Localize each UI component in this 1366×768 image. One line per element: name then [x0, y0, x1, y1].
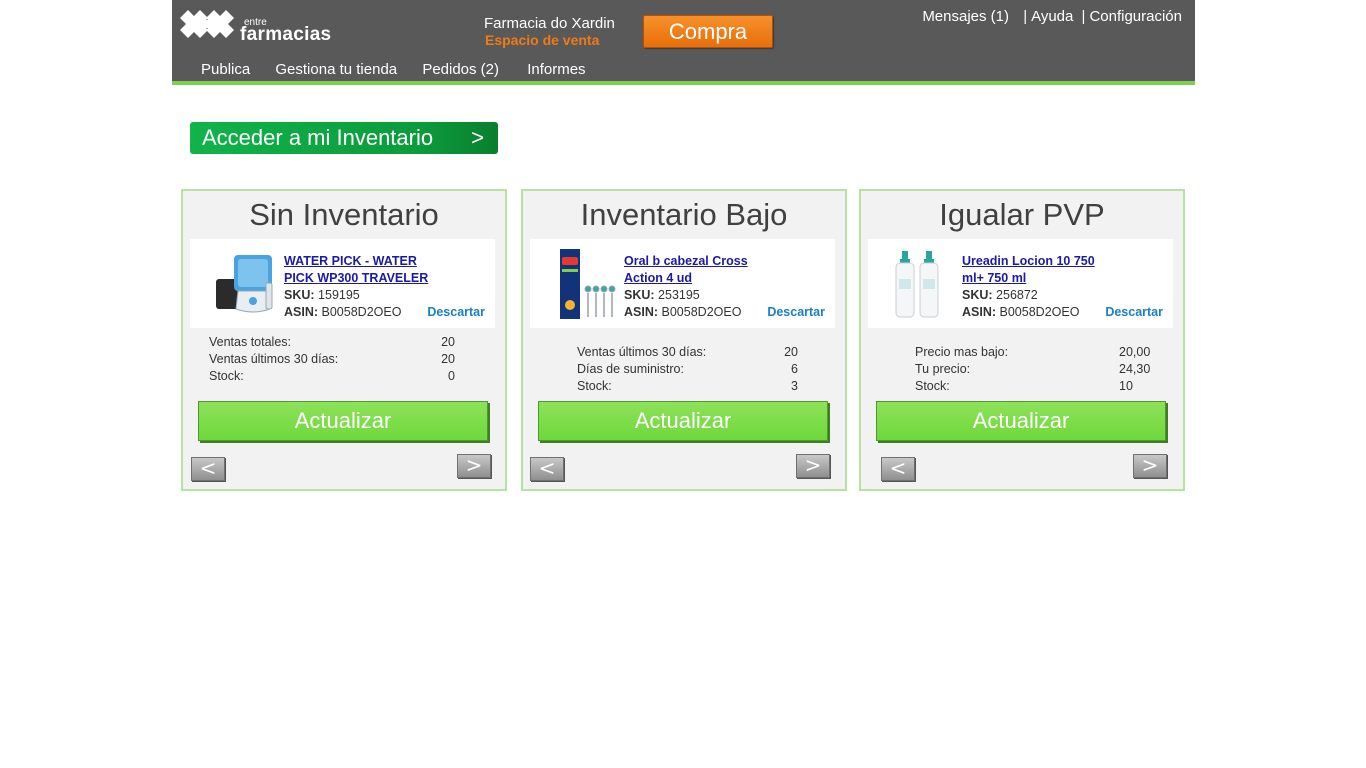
discard-link[interactable]: Descartar [767, 304, 825, 321]
nav-item-gestiona-tienda[interactable]: Gestiona tu tienda [275, 61, 397, 79]
product-sku: SKU: 159195 [284, 287, 360, 304]
stat-value: 6 [791, 362, 798, 376]
prev-arrow-button[interactable]: < [191, 457, 225, 481]
asin-value: B0058D2OEO [321, 305, 402, 319]
stat-row: Precio mas bajo: 20,00 [915, 344, 1165, 361]
stat-label: Stock: [209, 369, 244, 383]
link-separator: | [1081, 8, 1086, 25]
asin-label: ASIN: [284, 305, 319, 319]
configuracion-link[interactable]: Configuración [1089, 8, 1182, 25]
sku-label: SKU: [284, 288, 315, 302]
panel-title: Igualar PVP [939, 197, 1105, 232]
compra-button[interactable]: Compra [643, 15, 773, 48]
asin-value: B0058D2OEO [999, 305, 1080, 319]
stat-row: Ventas últimos 30 días: 20 [577, 344, 798, 361]
asin-value: B0058D2OEO [661, 305, 742, 319]
nav-item-informes[interactable]: Informes [527, 61, 585, 79]
top-header: entre farmacias Farmacia do Xardin Espac… [172, 0, 1195, 85]
nav-item-publica[interactable]: Publica [201, 61, 250, 79]
stat-row: Días de suministro: 6 [577, 361, 798, 378]
stat-value: 3 [791, 379, 798, 393]
stat-label: Días de suministro: [577, 362, 684, 376]
stat-value: 20,00 [1119, 345, 1151, 359]
product-card: Oral b cabezal Cross Action 4 ud SKU: 25… [530, 239, 835, 328]
stat-row: Stock: 3 [577, 378, 798, 395]
sku-label: SKU: [962, 288, 993, 302]
panel-igualar-pvp: Igualar PVP Ureadin Locion 10 750 ml+ 75… [859, 189, 1185, 491]
sku-value: 159195 [318, 288, 360, 302]
product-asin: ASIN: B0058D2OEO [284, 304, 401, 321]
water-flosser-icon [216, 255, 273, 313]
next-arrow-button[interactable]: > [1133, 454, 1167, 478]
discard-link[interactable]: Descartar [1105, 304, 1163, 321]
entrefarmacias-logo[interactable]: entre farmacias [178, 8, 338, 45]
product-name-link[interactable]: Oral b cabezal Cross Action 4 ud [624, 253, 774, 287]
stat-label: Tu precio: [915, 362, 971, 376]
logo-big-text: farmacias [240, 24, 332, 45]
stat-row: Stock: 10 [915, 378, 1165, 395]
stat-label: Ventas últimos 30 días: [577, 345, 707, 359]
sku-label: SKU: [624, 288, 655, 302]
lotion-bottles-icon [895, 251, 939, 318]
top-links: Mensajes (1) | Ayuda | Configuración [922, 8, 1182, 26]
asin-label: ASIN: [962, 305, 997, 319]
sku-value: 253195 [658, 288, 700, 302]
stat-label: Ventas últimos 30 días: [209, 352, 339, 366]
ayuda-link[interactable]: Ayuda [1031, 8, 1073, 25]
stats-list: Ventas totales: 20 Ventas últimos 30 días… [209, 334, 455, 385]
product-asin: ASIN: B0058D2OEO [624, 304, 741, 321]
next-arrow-button[interactable]: > [796, 454, 830, 478]
product-asin: ASIN: B0058D2OEO [962, 304, 1079, 321]
mensajes-link[interactable]: Mensajes (1) [922, 8, 1009, 25]
chevron-right-icon: > [471, 125, 484, 150]
stat-value: 24,30 [1119, 362, 1151, 376]
pharmacy-cross-logo-icon [180, 10, 234, 38]
stat-value: 20 [784, 345, 798, 359]
stat-value: 10 [1119, 379, 1133, 393]
sku-value: 256872 [996, 288, 1038, 302]
next-arrow-button[interactable]: > [457, 454, 491, 478]
access-inventory-label: Acceder a mi Inventario [202, 125, 434, 150]
product-card: Ureadin Locion 10 750 ml+ 750 ml SKU: 25… [868, 239, 1173, 328]
panel-title: Sin Inventario [249, 197, 439, 232]
prev-arrow-button[interactable]: < [881, 457, 915, 481]
access-inventory-button[interactable]: Acceder a mi Inventario > [190, 122, 498, 154]
stat-value: 20 [441, 335, 455, 349]
discard-link[interactable]: Descartar [427, 304, 485, 321]
stat-label: Stock: [915, 379, 950, 393]
main-nav: Publica Gestiona tu tienda Pedidos (2) I… [201, 61, 607, 79]
panel-inventario-bajo: Inventario Bajo Oral b cabezal Cross Act… [521, 189, 847, 491]
product-card: WATER PICK - WATER PICK WP300 TRAVELER S… [190, 239, 495, 328]
toothbrush-heads-icon [560, 249, 616, 319]
product-name-link[interactable]: WATER PICK - WATER PICK WP300 TRAVELER [284, 253, 434, 287]
stat-value: 20 [441, 352, 455, 366]
store-name: Farmacia do Xardin [484, 15, 615, 32]
product-sku: SKU: 256872 [962, 287, 1038, 304]
stat-label: Ventas totales: [209, 335, 292, 349]
panel-title: Inventario Bajo [580, 197, 788, 232]
stat-label: Stock: [577, 379, 612, 393]
panel-sin-inventario: Sin Inventario WATER PICK - WATER PICK W… [181, 189, 507, 491]
stats-list: Ventas últimos 30 días: 20 Días de sumini… [577, 344, 798, 395]
nav-item-pedidos[interactable]: Pedidos (2) [422, 61, 499, 79]
stat-row: Ventas totales: 20 [209, 334, 455, 351]
stat-value: 0 [448, 369, 455, 383]
asin-label: ASIN: [624, 305, 659, 319]
stat-label: Precio mas bajo: [915, 345, 1009, 359]
stat-row: Ventas últimos 30 días: 20 [209, 351, 455, 368]
product-name-link[interactable]: Ureadin Locion 10 750 ml+ 750 ml [962, 253, 1112, 287]
update-button[interactable]: Actualizar [876, 401, 1166, 441]
product-sku: SKU: 253195 [624, 287, 700, 304]
stat-row: Stock: 0 [209, 368, 455, 385]
link-separator: | [1023, 8, 1028, 25]
stat-row: Tu precio: 24,30 [915, 361, 1165, 378]
store-subtitle: Espacio de venta [485, 32, 600, 48]
update-button[interactable]: Actualizar [198, 401, 488, 441]
prev-arrow-button[interactable]: < [530, 457, 564, 481]
update-button[interactable]: Actualizar [538, 401, 828, 441]
stats-list: Precio mas bajo: 20,00 Tu precio: 24,30 St… [915, 344, 1165, 395]
